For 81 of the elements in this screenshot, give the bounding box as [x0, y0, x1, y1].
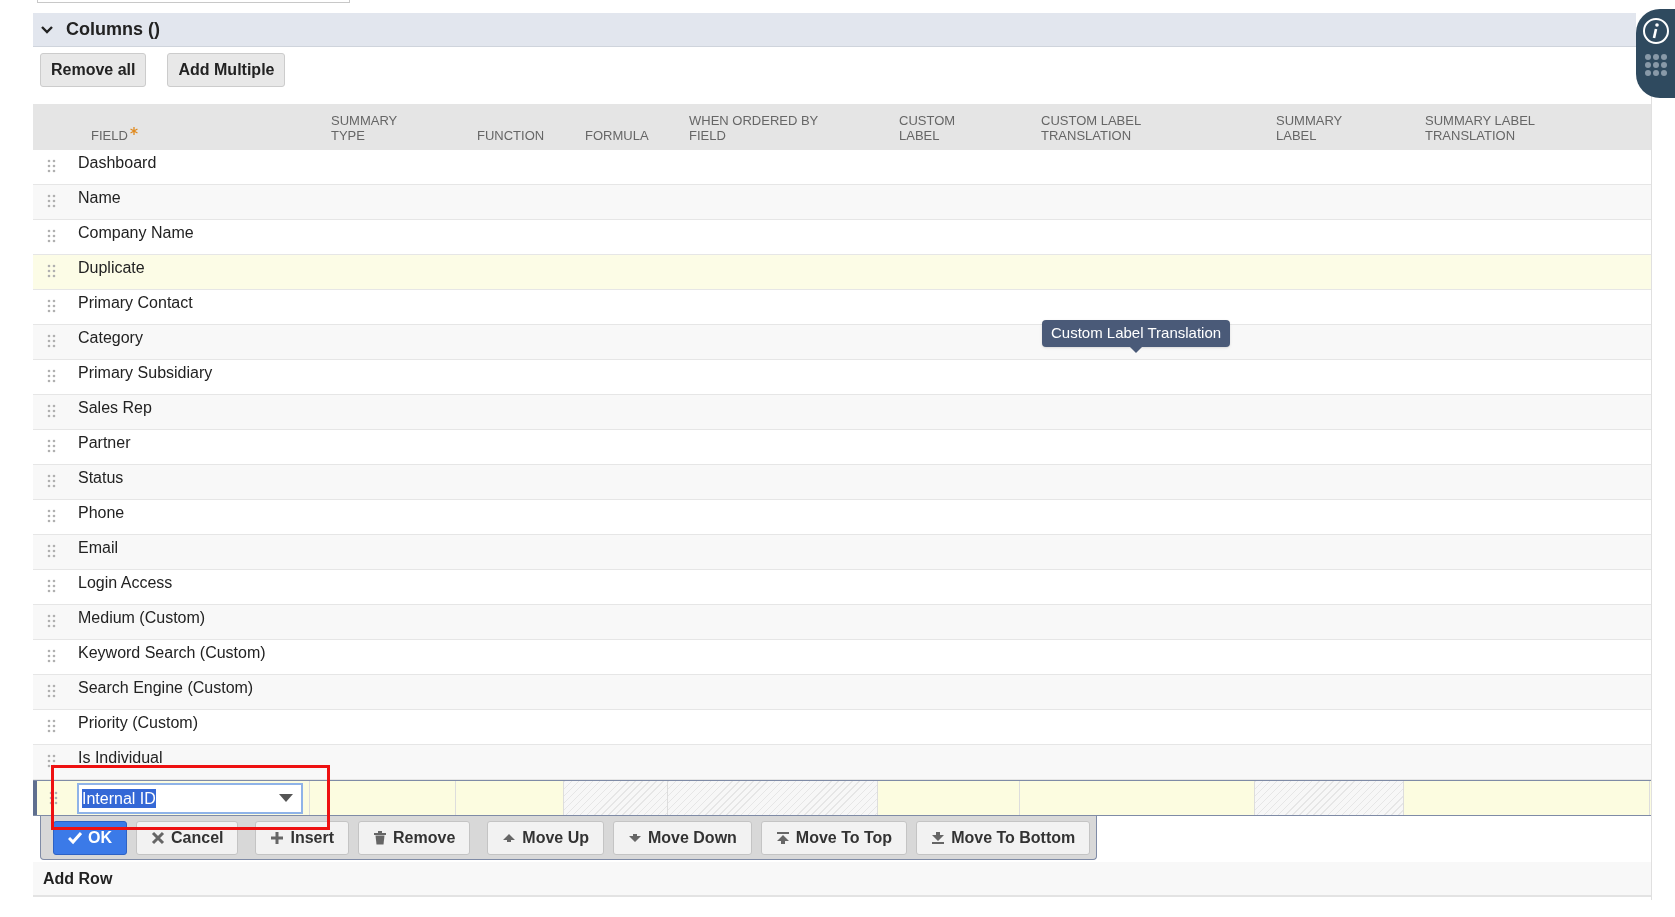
- action-button[interactable]: Move To Top: [760, 820, 908, 855]
- toolbar-button[interactable]: Remove all: [40, 53, 147, 87]
- table-cell: Duplicate: [78, 259, 145, 276]
- drag-handle-icon: [47, 684, 56, 698]
- tooltip-arrow-icon: [1130, 347, 1142, 353]
- drag-handle-icon: [49, 791, 58, 805]
- drag-handle-icon: [47, 229, 56, 243]
- action-button[interactable]: OK: [53, 820, 127, 855]
- drag-handle-icon: [47, 264, 56, 278]
- drag-handle-icon: [47, 439, 56, 453]
- table-row[interactable]: Search Engine (Custom): [33, 675, 1652, 710]
- table-cell: Primary Contact: [78, 294, 193, 311]
- section-header[interactable]: Columns (): [33, 13, 1636, 47]
- table-row[interactable]: Duplicate: [33, 255, 1652, 290]
- selected-text: Internal ID: [82, 788, 156, 808]
- drag-handle-icon: [47, 369, 56, 383]
- trash-icon: [373, 830, 388, 845]
- drag-handle-icon: [47, 404, 56, 418]
- move-to-top-icon: [775, 830, 790, 845]
- move-to-bottom-icon: [931, 830, 946, 845]
- drag-handle-icon: [47, 614, 56, 628]
- table-cell: Company Name: [78, 224, 194, 241]
- table-cell: Name: [78, 189, 121, 206]
- action-button[interactable]: Move Up: [487, 820, 604, 855]
- drag-handle-icon: [47, 509, 56, 523]
- drag-handle-icon: [47, 579, 56, 593]
- action-button[interactable]: Cancel: [136, 820, 239, 855]
- table-cell: Keyword Search (Custom): [78, 644, 266, 661]
- table-row[interactable]: Email: [33, 535, 1652, 570]
- check-icon: [68, 830, 82, 845]
- table-row[interactable]: Is Individual: [33, 745, 1652, 780]
- table-cell: Sales Rep: [78, 399, 152, 416]
- drag-handle-icon: [47, 194, 56, 208]
- table-row[interactable]: Medium (Custom): [33, 605, 1652, 640]
- table-cell: Email: [78, 539, 118, 556]
- column-header: SUMMARY TYPE: [331, 113, 398, 143]
- table-cell: Category: [78, 329, 143, 346]
- dropdown-field[interactable]: Internal ID: [77, 782, 303, 814]
- toolbar-button[interactable]: Add Multiple: [167, 53, 286, 87]
- table-row[interactable]: Status: [33, 465, 1652, 500]
- column-header: FUNCTION: [477, 128, 545, 143]
- info-icon: [1642, 17, 1670, 45]
- drag-handle-icon: [47, 754, 56, 768]
- tooltip: Custom Label Translation: [1042, 320, 1231, 347]
- drag-handle-icon: [47, 334, 56, 348]
- table-cell: Is Individual: [78, 749, 163, 766]
- action-button[interactable]: Move Down: [612, 820, 752, 855]
- drag-handle-icon: [47, 159, 56, 173]
- drag-handle-icon: [47, 474, 56, 488]
- add-row-link[interactable]: Add Row: [43, 866, 113, 891]
- drag-handle-icon: [47, 544, 56, 558]
- plus-icon: [270, 830, 285, 845]
- grid-icon: [1644, 53, 1668, 77]
- table-cell: Priority (Custom): [78, 714, 198, 731]
- column-header: FORMULA: [585, 128, 649, 143]
- drag-handle-icon: [47, 649, 56, 663]
- table-cell: Medium (Custom): [78, 609, 206, 626]
- table-row[interactable]: Name: [33, 185, 1652, 220]
- asterisk-icon: [129, 127, 138, 135]
- action-button[interactable]: Insert: [255, 820, 350, 855]
- table-cell: Primary Subsidiary: [78, 364, 213, 381]
- column-header: WHEN ORDERED BY FIELD: [689, 113, 819, 143]
- caret-icon: [279, 794, 293, 802]
- section-title: Columns (): [66, 18, 160, 41]
- drag-handle-icon: [47, 299, 56, 313]
- table-cell: Search Engine (Custom): [78, 679, 254, 696]
- table-cell: Partner: [78, 434, 131, 451]
- column-header: SUMMARY LABEL: [1276, 113, 1343, 143]
- table-cell: Phone: [78, 504, 125, 521]
- table-cell: Status: [78, 469, 124, 486]
- table-cell: Login Access: [78, 574, 173, 591]
- drag-handle-icon: [47, 719, 56, 733]
- table-cell: Dashboard: [78, 154, 157, 171]
- action-button[interactable]: Remove: [358, 820, 471, 855]
- column-header: CUSTOM LABEL: [899, 113, 956, 143]
- column-header: FIELD: [91, 128, 128, 143]
- close-icon: [151, 830, 165, 845]
- column-header: SUMMARY LABEL TRANSLATION: [1425, 113, 1536, 143]
- action-button[interactable]: Move To Bottom: [916, 820, 1091, 855]
- column-header: CUSTOM LABEL TRANSLATION: [1041, 113, 1142, 143]
- table-row[interactable]: Sales Rep: [33, 395, 1652, 430]
